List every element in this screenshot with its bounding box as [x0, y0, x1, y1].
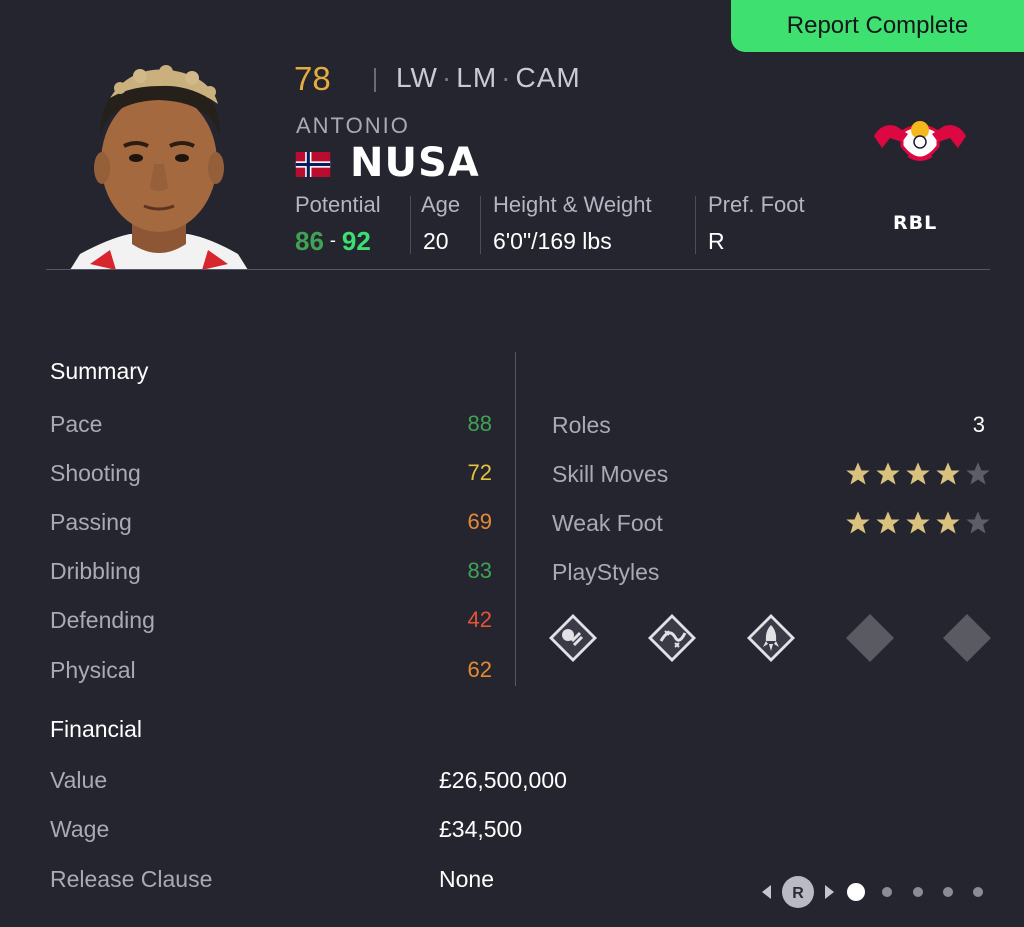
empty-playstyle-slot — [943, 614, 991, 662]
player-portrait — [70, 58, 248, 270]
financial-label: Wage — [50, 816, 110, 842]
star-filled-icon — [876, 462, 900, 485]
potential-value: 86-92 — [295, 226, 371, 256]
height-weight-label: Height & Weight — [493, 192, 652, 217]
club-abbreviation: RBL — [893, 212, 938, 234]
star-filled-icon — [846, 511, 870, 534]
potential-low: 86 — [295, 226, 324, 256]
position-tertiary: CAM — [515, 62, 581, 93]
financial-value: £26,500,000 — [439, 767, 567, 793]
rating-divider — [374, 68, 376, 92]
page-dot[interactable] — [913, 887, 923, 897]
page-dot[interactable] — [943, 887, 953, 897]
financial-title: Financial — [50, 716, 143, 742]
stat-value: 69 — [467, 509, 492, 534]
stat-value: 72 — [467, 460, 492, 485]
stat-row-defending: Defending 42 — [50, 603, 492, 637]
age-value: 20 — [423, 228, 449, 254]
star-filled-icon — [936, 462, 960, 485]
weak-foot-label: Weak Foot — [552, 509, 663, 536]
player-first-name: ANTONIO — [296, 113, 410, 138]
weak-foot-stars — [844, 509, 992, 537]
stat-row-passing: Passing 69 — [50, 505, 492, 539]
financial-label: Release Clause — [50, 866, 213, 892]
position-primary: LW — [396, 62, 438, 93]
star-filled-icon — [936, 511, 960, 534]
stat-label: Shooting — [50, 459, 141, 486]
financial-row-release-clause: Release Clause None — [50, 866, 610, 900]
star-empty-icon — [966, 462, 990, 485]
stat-label: Physical — [50, 656, 136, 683]
chevron-right-icon[interactable] — [825, 885, 834, 899]
stat-row-pace: Pace 88 — [50, 407, 492, 441]
technical-playstyle-icon[interactable] — [647, 613, 697, 663]
potential-high: 92 — [341, 226, 371, 256]
pref-foot-label: Pref. Foot — [708, 192, 805, 217]
star-empty-icon — [966, 511, 990, 534]
potential-label: Potential — [295, 192, 381, 217]
stat-row-shooting: Shooting 72 — [50, 456, 492, 490]
age-label: Age — [421, 192, 461, 217]
skill-moves-row: Skill Moves — [552, 457, 992, 491]
position-secondary: LM — [456, 62, 498, 93]
star-filled-icon — [906, 511, 930, 534]
rapid-playstyle-icon[interactable] — [746, 613, 796, 663]
star-filled-icon — [846, 462, 870, 485]
page-navigator: R — [762, 876, 983, 908]
stat-label: Passing — [50, 508, 132, 535]
report-complete-badge: Report Complete — [731, 0, 1024, 52]
stat-value: 62 — [467, 657, 492, 682]
player-last-name: NUSA — [350, 140, 480, 186]
financial-value: £34,500 — [439, 816, 523, 842]
stat-label: Pace — [50, 410, 103, 437]
stat-row-dribbling: Dribbling 83 — [50, 554, 492, 588]
r-button-label: R — [792, 885, 804, 902]
stat-label: Defending — [50, 606, 155, 633]
rb-leipzig-crest-icon — [872, 112, 968, 172]
empty-playstyle-slot — [846, 614, 894, 662]
attr-divider — [410, 196, 411, 254]
summary-title: Summary — [50, 358, 149, 384]
stat-value: 83 — [467, 558, 492, 583]
financial-label: Value — [50, 767, 108, 793]
page-dot-active[interactable] — [847, 883, 865, 901]
financial-row-wage: Wage £34,500 — [50, 816, 610, 850]
attr-divider — [480, 196, 481, 254]
stat-label: Dribbling — [50, 557, 141, 584]
page-dot[interactable] — [973, 887, 983, 897]
star-filled-icon — [906, 462, 930, 485]
financial-row-value: Value £26,500,000 — [50, 767, 610, 801]
skill-moves-label: Skill Moves — [552, 460, 669, 487]
roles-label: Roles — [552, 411, 611, 438]
norway-flag-icon — [293, 152, 333, 177]
roles-row: Roles 3 — [552, 408, 992, 442]
positions: LW · LM · CAM — [396, 62, 581, 93]
stat-row-physical: Physical 62 — [50, 653, 492, 687]
playstyles-list — [548, 613, 994, 663]
first-touch-playstyle-icon[interactable] — [548, 613, 598, 663]
playstyles-label: PlayStyles — [552, 558, 660, 585]
overall-rating: 78 — [294, 60, 331, 97]
header-divider — [46, 269, 990, 270]
roles-value: 3 — [972, 412, 985, 437]
attr-divider — [695, 196, 696, 254]
column-divider — [515, 352, 516, 686]
stat-value: 88 — [467, 411, 492, 436]
skill-moves-stars — [844, 460, 992, 488]
chevron-left-icon[interactable] — [762, 885, 771, 899]
pref-foot-value: R — [708, 228, 725, 254]
stat-value: 42 — [467, 607, 492, 632]
financial-value: None — [439, 866, 494, 892]
star-filled-icon — [876, 511, 900, 534]
height-weight-value: 6'0"/169 lbs — [493, 228, 612, 254]
playstyles-row: PlayStyles — [552, 555, 992, 589]
page-dot[interactable] — [882, 887, 892, 897]
weak-foot-row: Weak Foot — [552, 506, 992, 540]
